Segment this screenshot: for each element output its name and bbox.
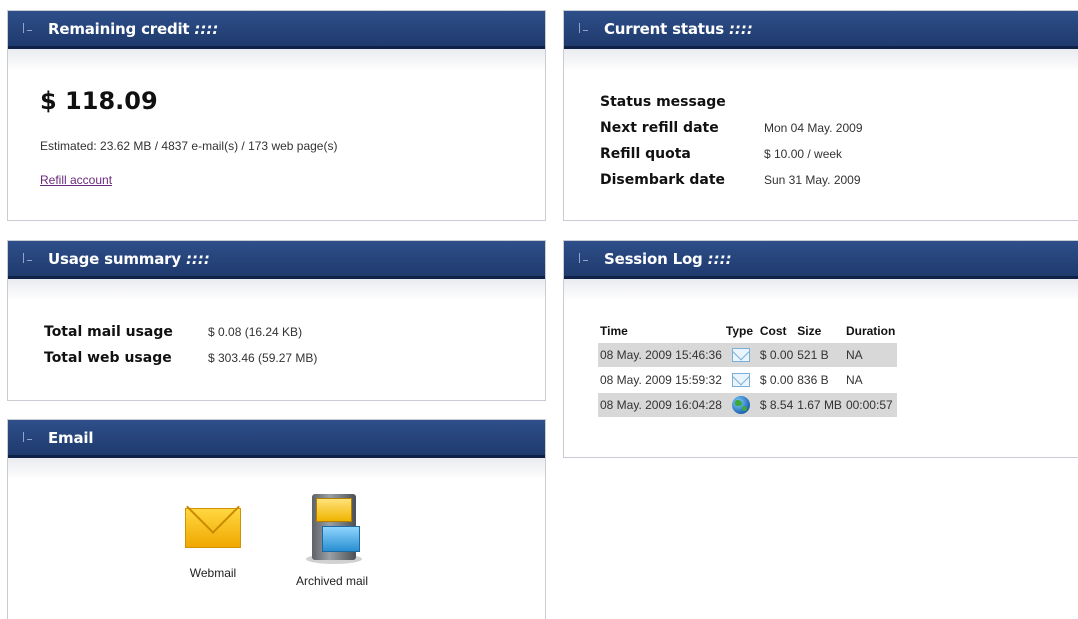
status-label: Disembark date	[600, 172, 726, 188]
status-value: Mon 04 May. 2009	[764, 121, 863, 135]
status-label: Next refill date	[600, 120, 719, 136]
panel-title: Email	[48, 428, 94, 447]
session-log-panel: Session Log :::: Time Type Cost Size Dur…	[563, 240, 1078, 458]
current-status-panel: Current status :::: Status message Next …	[563, 10, 1078, 221]
panel-title-suffix: ::::	[185, 249, 210, 268]
panel-title: Usage summary	[48, 249, 181, 268]
table-row: 08 May. 2009 16:04:28 $ 8.54 1.67 MB 00:…	[598, 393, 898, 417]
session-log-table: Time Type Cost Size Duration 08 May. 200…	[598, 319, 898, 418]
column-header-time: Time	[600, 324, 628, 338]
status-table: Status message Next refill date Mon 04 M…	[600, 89, 863, 193]
column-header-duration: Duration	[845, 324, 896, 338]
log-size: 836 B	[797, 373, 829, 387]
table-header-row: Time Type Cost Size Duration	[598, 320, 897, 342]
status-row: Refill quota $ 10.00 / week	[600, 141, 863, 167]
webmail-shortcut[interactable]: Webmail	[178, 480, 248, 580]
credit-amount: $ 118.09	[40, 87, 158, 115]
panel-title-suffix: ::::	[194, 19, 219, 38]
panel-header: Usage summary ::::	[8, 241, 545, 279]
corner-icon	[20, 251, 36, 267]
log-size: 521 B	[795, 343, 844, 367]
table-row: 08 May. 2009 15:46:36 $ 0.00 521 B NA	[598, 343, 898, 367]
corner-icon	[20, 21, 36, 37]
archived-mail-label: Archived mail	[295, 574, 369, 588]
log-time: 08 May. 2009 15:46:36	[598, 343, 724, 367]
usage-row: Total web usage $ 303.46 (59.27 MB)	[44, 345, 317, 371]
column-header-size: Size	[797, 324, 822, 338]
log-type	[724, 368, 758, 392]
remaining-credit-panel: Remaining credit :::: $ 118.09 Estimated…	[7, 10, 546, 221]
panel-title-suffix: ::::	[728, 19, 753, 38]
log-duration: 00:00:57	[843, 393, 898, 417]
log-duration: NA	[843, 343, 898, 367]
file-cabinet-icon	[302, 494, 362, 566]
mail-icon	[731, 373, 750, 388]
usage-row: Total mail usage $ 0.08 (16.24 KB)	[44, 319, 317, 345]
globe-icon	[731, 396, 750, 414]
status-label: Status message	[600, 94, 726, 110]
panel-header: Email	[8, 420, 545, 458]
usage-value: $ 303.46 (59.27 MB)	[208, 351, 318, 365]
panel-header: Remaining credit ::::	[8, 11, 545, 49]
log-time: 08 May. 2009 16:04:28	[598, 393, 724, 417]
credit-estimate: Estimated: 23.62 MB / 4837 e-mail(s) / 1…	[40, 139, 338, 153]
email-panel: Email Webmail Archived mail	[7, 419, 546, 619]
log-cost: $ 0.00	[759, 373, 794, 387]
envelope-icon	[185, 480, 241, 552]
corner-icon	[576, 21, 592, 37]
archived-mail-shortcut[interactable]: Archived mail	[282, 494, 382, 588]
log-type	[723, 393, 758, 417]
webmail-label: Webmail	[189, 566, 237, 580]
status-label: Refill quota	[600, 146, 691, 162]
status-row: Disembark date Sun 31 May. 2009	[600, 167, 863, 193]
usage-label: Total web usage	[44, 350, 172, 366]
refill-account-link[interactable]: Refill account	[40, 173, 112, 187]
panel-title: Session Log	[604, 249, 703, 268]
status-value: $ 10.00 / week	[764, 147, 843, 161]
status-row: Status message	[600, 89, 863, 115]
mail-icon	[731, 348, 750, 363]
panel-title: Current status	[604, 19, 724, 38]
panel-header: Current status ::::	[564, 11, 1078, 49]
log-time: 08 May. 2009 15:59:32	[600, 373, 722, 387]
log-duration: NA	[845, 373, 863, 387]
column-header-type: Type	[725, 324, 753, 338]
log-cost: $ 0.00	[757, 343, 796, 367]
usage-table: Total mail usage $ 0.08 (16.24 KB) Total…	[44, 319, 317, 371]
status-row: Next refill date Mon 04 May. 2009	[600, 115, 863, 141]
usage-label: Total mail usage	[44, 324, 173, 340]
status-value: Sun 31 May. 2009	[764, 173, 861, 187]
table-row: 08 May. 2009 15:59:32 $ 0.00 836 B NA	[598, 368, 897, 392]
usage-value: $ 0.08 (16.24 KB)	[208, 325, 303, 339]
corner-icon	[20, 430, 36, 446]
log-size: 1.67 MB	[795, 393, 844, 417]
log-type	[723, 343, 758, 367]
log-cost: $ 8.54	[757, 393, 796, 417]
usage-summary-panel: Usage summary :::: Total mail usage $ 0.…	[7, 240, 546, 401]
panel-header: Session Log ::::	[564, 241, 1078, 279]
corner-icon	[576, 251, 592, 267]
panel-title: Remaining credit	[48, 19, 190, 38]
status-value	[764, 89, 863, 115]
panel-title-suffix: ::::	[707, 249, 732, 268]
column-header-cost: Cost	[759, 324, 787, 338]
